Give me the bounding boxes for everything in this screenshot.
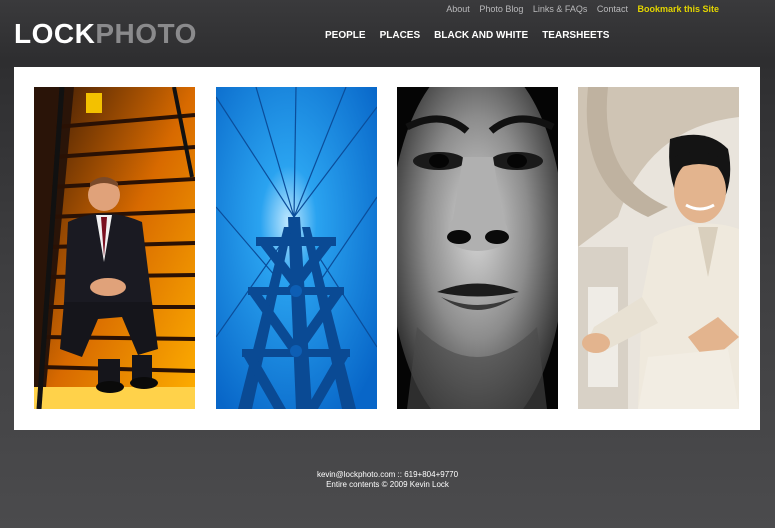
photo-face-closeup[interactable]: [397, 87, 558, 409]
logo-text-photo: PHOTO: [95, 18, 197, 49]
nav-link-contact[interactable]: Contact: [597, 4, 628, 14]
photo-bridge-tower-image: [216, 87, 377, 409]
photo-gallery-panel: [14, 67, 760, 430]
nav-tearsheets[interactable]: TEARSHEETS: [542, 30, 609, 41]
site-footer: kevin@lockphoto.com :: 619+804+9770 Enti…: [0, 470, 775, 490]
site-logo[interactable]: LOCKPHOTO: [14, 18, 197, 50]
footer-copyright: Entire contents © 2009 Kevin Lock: [326, 480, 449, 489]
nav-link-photo-blog[interactable]: Photo Blog: [479, 4, 523, 14]
photo-businessman-stairs-image: [34, 87, 195, 409]
main-nav: PEOPLE PLACES BLACK AND WHITE TEARSHEETS: [325, 30, 623, 42]
footer-contact: kevin@lockphoto.com :: 619+804+9770: [316, 470, 459, 479]
photo-businessman-stairs[interactable]: [34, 87, 195, 409]
photo-man-white-suit-image: [578, 87, 739, 409]
nav-people[interactable]: PEOPLE: [325, 30, 366, 41]
logo-text-lock: LOCK: [14, 18, 96, 49]
nav-black-and-white[interactable]: BLACK AND WHITE: [434, 30, 528, 41]
bookmark-link[interactable]: Bookmark this Site: [637, 4, 719, 14]
photo-man-white-suit[interactable]: [578, 87, 739, 409]
utility-nav: About Photo Blog Links & FAQs Contact Bo…: [439, 3, 719, 15]
photo-face-closeup-image: [397, 87, 558, 409]
nav-link-links-faqs[interactable]: Links & FAQs: [533, 4, 588, 14]
photo-bridge-tower[interactable]: [216, 87, 377, 409]
nav-link-about[interactable]: About: [446, 4, 470, 14]
nav-places[interactable]: PLACES: [380, 30, 421, 41]
